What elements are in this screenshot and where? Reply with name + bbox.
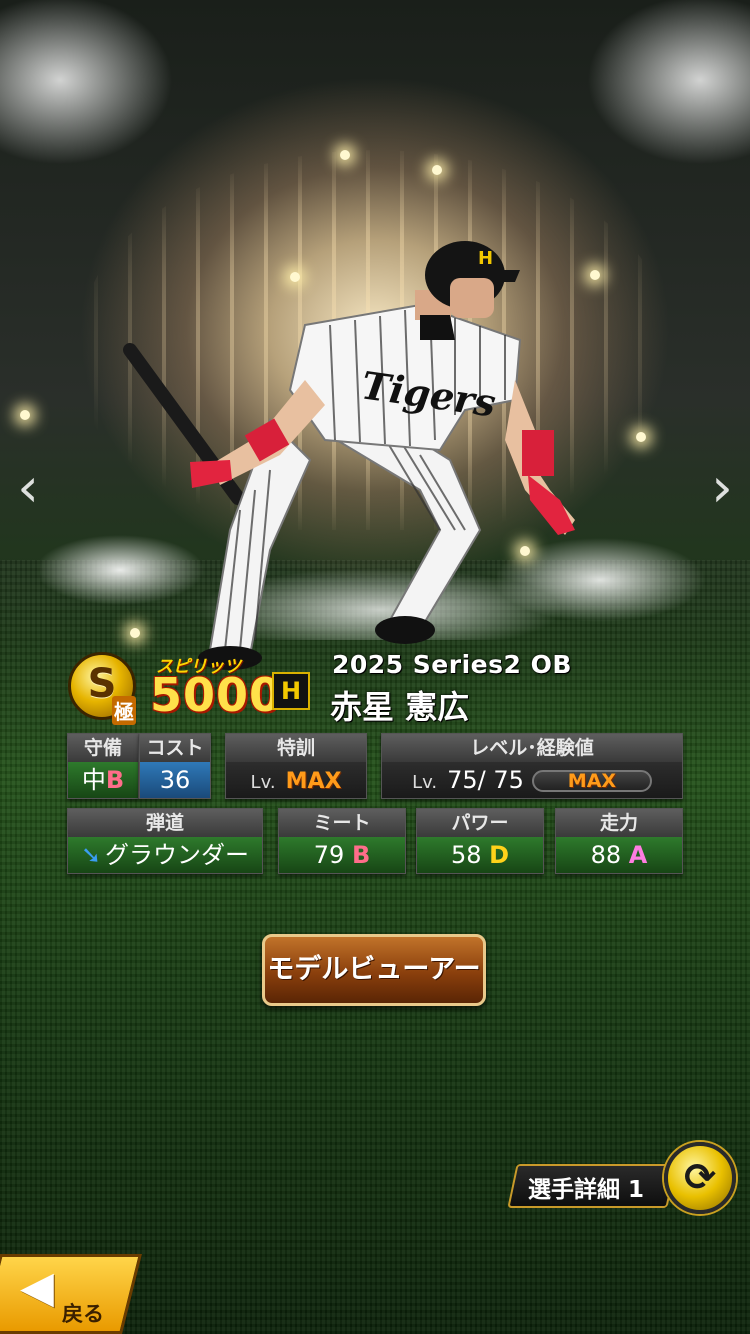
power-label: パワー bbox=[417, 809, 543, 837]
position-grade: B bbox=[105, 766, 125, 794]
sparkle bbox=[636, 432, 646, 442]
model-viewer-button[interactable]: モデルビューアー bbox=[262, 934, 486, 1006]
spirits-value: 5000 bbox=[150, 668, 283, 722]
speed-label: 走力 bbox=[556, 809, 682, 837]
cost-box: コスト 36 bbox=[139, 733, 211, 799]
exp-bar-text: MAX bbox=[567, 770, 617, 792]
back-arrow-icon[interactable]: ◀ bbox=[20, 1262, 54, 1313]
level-current: 75 bbox=[447, 766, 478, 794]
contact-grade: B bbox=[351, 841, 371, 869]
player-name: 赤星 憲広 bbox=[330, 688, 470, 726]
power-grade: D bbox=[489, 841, 510, 869]
rank-sub-label: 極 bbox=[112, 696, 136, 725]
previous-player-arrow-icon[interactable]: ‹ bbox=[8, 458, 48, 518]
contact-label: ミート bbox=[279, 809, 405, 837]
player-detail-label[interactable]: 選手詳細 1 bbox=[528, 1170, 644, 1204]
power-box: パワー 58 D bbox=[416, 808, 544, 874]
speed-value: 88 bbox=[590, 841, 622, 869]
training-lv-prefix: Lv. bbox=[250, 772, 276, 793]
trajectory-label: 弾道 bbox=[68, 809, 262, 837]
series-label: 2025 Series2 OB bbox=[332, 650, 572, 679]
contact-value: 79 bbox=[313, 841, 345, 869]
swap-icon[interactable]: ⟳ bbox=[664, 1142, 736, 1214]
exp-bar: MAX bbox=[531, 770, 652, 792]
svg-text:H: H bbox=[478, 248, 493, 269]
trajectory-value: グラウンダー bbox=[105, 841, 250, 869]
cost-value: 36 bbox=[140, 762, 210, 798]
training-label: 特訓 bbox=[226, 734, 366, 762]
position-box: 守備 中B bbox=[67, 733, 139, 799]
level-box: レベル･経験値 Lv. 75/ 75 MAX bbox=[381, 733, 683, 799]
power-value: 58 bbox=[450, 841, 482, 869]
arrow-down-right-icon: ➘ bbox=[80, 841, 102, 869]
training-box: 特訓 Lv. MAX bbox=[225, 733, 367, 799]
level-max: 75 bbox=[493, 766, 524, 794]
trajectory-box: 弾道 ➘ グラウンダー bbox=[67, 808, 263, 874]
player-illustration: Tigers H bbox=[123, 241, 575, 670]
sparkle bbox=[432, 165, 442, 175]
back-label[interactable]: 戻る bbox=[62, 1298, 104, 1328]
training-value: MAX bbox=[285, 769, 342, 794]
position-label: 守備 bbox=[68, 734, 138, 762]
team-logo-icon: H bbox=[272, 672, 310, 710]
speed-grade: A bbox=[628, 841, 648, 869]
next-player-arrow-icon[interactable]: › bbox=[702, 458, 742, 518]
level-separator: / bbox=[477, 766, 486, 794]
cost-label: コスト bbox=[140, 734, 210, 762]
sparkle bbox=[20, 410, 30, 420]
level-lv-prefix: Lv. bbox=[412, 772, 438, 793]
position-value: 中 bbox=[81, 766, 106, 794]
contact-box: ミート 79 B bbox=[278, 808, 406, 874]
speed-box: 走力 88 A bbox=[555, 808, 683, 874]
sparkle bbox=[340, 150, 350, 160]
level-label: レベル･経験値 bbox=[382, 734, 682, 762]
